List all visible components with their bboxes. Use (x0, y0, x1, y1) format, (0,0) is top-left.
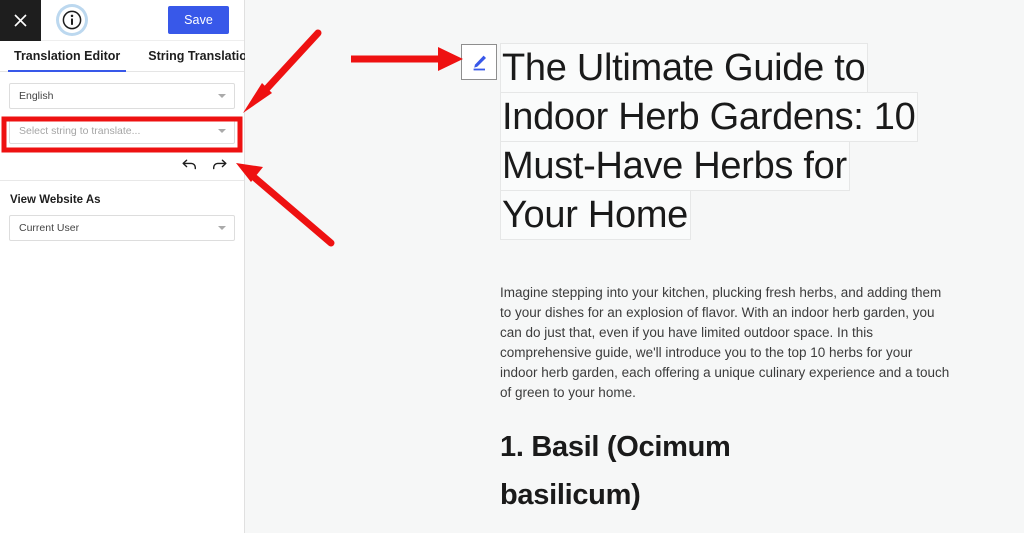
chevron-down-icon (218, 129, 226, 133)
save-button[interactable]: Save (168, 6, 229, 34)
post-title-line: Must-Have Herbs for (500, 141, 850, 191)
close-icon (14, 13, 27, 27)
chevron-down-icon (218, 226, 226, 230)
translation-sidebar: Save Translation Editor String Translati… (0, 0, 255, 533)
pencil-icon (473, 55, 486, 70)
string-select[interactable]: Select string to translate... (9, 118, 235, 144)
post-title-line: Your Home (500, 190, 692, 240)
translation-editor-app: Save Translation Editor String Translati… (0, 0, 1024, 533)
post-intro-paragraph: Imagine stepping into your kitchen, pluc… (500, 285, 950, 400)
redo-button[interactable] (210, 155, 228, 173)
language-select[interactable]: English (9, 83, 235, 109)
tab-translation-editor[interactable]: Translation Editor (0, 41, 134, 72)
post-title-line: Indoor Herb Gardens: 10 (500, 92, 919, 142)
info-button[interactable] (59, 7, 85, 33)
sidebar-body: English Select string to translate... Vi… (0, 72, 244, 241)
chevron-down-icon (218, 94, 226, 98)
view-website-as-value: Current User (19, 222, 80, 234)
sidebar-tabs: Translation Editor String Translation (0, 41, 255, 72)
history-controls (9, 153, 235, 180)
tab-translation-editor-label: Translation Editor (14, 49, 121, 63)
view-website-as-title: View Website As (10, 194, 101, 206)
post-title-line: The Ultimate Guide to (500, 43, 869, 93)
tab-string-translation-label: String Translation (148, 49, 255, 63)
info-icon (62, 10, 82, 30)
edit-pencil-button[interactable] (461, 44, 497, 80)
post-section-heading: 1. Basil (Ocimum basilicum) (500, 431, 731, 511)
sidebar-toolbar: Save (0, 0, 244, 41)
sidebar-divider (0, 180, 244, 181)
view-website-as-select[interactable]: Current User (9, 215, 235, 241)
string-select-placeholder: Select string to translate... (19, 125, 141, 137)
post-title: The Ultimate Guide to Indoor Herb Garden… (500, 43, 1024, 240)
close-button[interactable] (0, 0, 41, 41)
undo-button[interactable] (180, 155, 198, 173)
undo-icon (182, 159, 196, 169)
language-select-value: English (19, 90, 54, 102)
preview-canvas: The Ultimate Guide to Indoor Herb Garden… (245, 0, 1024, 533)
post-content: The Ultimate Guide to Indoor Herb Garden… (500, 43, 1024, 533)
redo-icon (212, 159, 226, 169)
